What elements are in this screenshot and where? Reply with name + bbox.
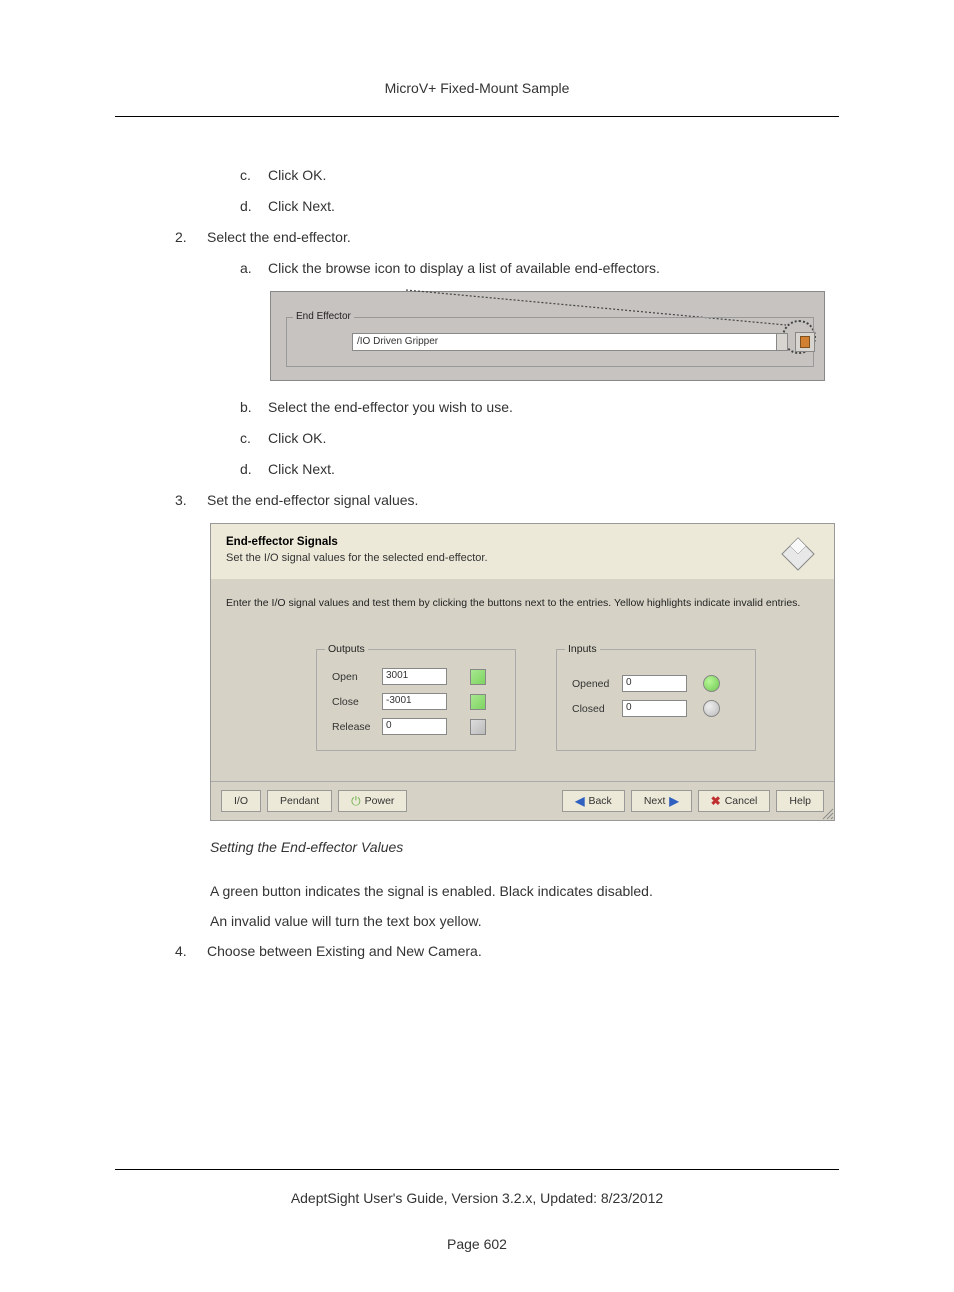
closed-input[interactable]: 0 xyxy=(622,700,687,717)
cancel-button[interactable]: ✖ Cancel xyxy=(698,790,771,812)
cancel-icon: ✖ xyxy=(711,794,721,808)
pendant-label: Pendant xyxy=(280,795,319,807)
step-text: Select the end-effector. xyxy=(207,229,351,245)
next-label: Next xyxy=(644,795,666,807)
dialog-footer: I/O Pendant ⏻ Power ◀ Back Next ▶ xyxy=(211,781,834,820)
power-label: Power xyxy=(365,795,395,807)
next-button[interactable]: Next ▶ xyxy=(631,790,692,812)
step-2d: d. Click Next. xyxy=(240,461,839,477)
pendant-button[interactable]: Pendant xyxy=(267,790,332,812)
fieldset-legend: End Effector xyxy=(293,311,354,322)
output-close-row: Close -3001 xyxy=(332,693,500,710)
step-2b: b. Select the end-effector you wish to u… xyxy=(240,399,839,415)
step-2c: c. Click OK. xyxy=(240,430,839,446)
list-marker: a. xyxy=(240,260,268,276)
list-marker: d. xyxy=(240,461,268,477)
step-1d: d. Click Next. xyxy=(240,198,839,214)
step-text: Click Next. xyxy=(268,461,335,477)
paragraph-invalid: An invalid value will turn the text box … xyxy=(210,913,839,929)
closed-indicator[interactable] xyxy=(703,700,720,717)
io-label: I/O xyxy=(234,795,248,807)
dialog-subtitle: Set the I/O signal values for the select… xyxy=(226,552,819,564)
io-button[interactable]: I/O xyxy=(221,790,261,812)
output-release-row: Release 0 xyxy=(332,718,500,735)
step-4: 4. Choose between Existing and New Camer… xyxy=(175,943,839,959)
close-test-button[interactable] xyxy=(470,694,486,710)
content-body: c. Click OK. d. Click Next. 2. Select th… xyxy=(115,167,839,959)
figure-caption: Setting the End-effector Values xyxy=(210,839,839,855)
figure-signals-dialog: End-effector Signals Set the I/O signal … xyxy=(210,523,835,821)
page-number: Page 602 xyxy=(115,1236,839,1252)
list-marker: 3. xyxy=(175,492,207,508)
step-text: Choose between Existing and New Camera. xyxy=(207,943,482,959)
step-text: Set the end-effector signal values. xyxy=(207,492,418,508)
output-open-row: Open 3001 xyxy=(332,668,500,685)
help-button[interactable]: Help xyxy=(776,790,824,812)
step-text: Click OK. xyxy=(268,430,326,446)
dialog-title: End-effector Signals xyxy=(226,536,819,548)
step-text: Click OK. xyxy=(268,167,326,183)
help-label: Help xyxy=(789,795,811,807)
arrow-right-icon: ▶ xyxy=(669,794,678,808)
end-effector-fieldset: End Effector /IO Driven Gripper xyxy=(286,317,814,367)
step-2a: a. Click the browse icon to display a li… xyxy=(240,260,839,276)
back-button[interactable]: ◀ Back xyxy=(562,790,625,812)
figure-end-effector-select: End Effector /IO Driven Gripper xyxy=(270,291,825,381)
open-label: Open xyxy=(332,671,374,683)
back-label: Back xyxy=(588,795,611,807)
input-closed-row: Closed 0 xyxy=(572,700,740,717)
arrow-left-icon: ◀ xyxy=(575,794,584,808)
list-marker: c. xyxy=(240,430,268,446)
open-test-button[interactable] xyxy=(470,669,486,685)
step-3: 3. Set the end-effector signal values. xyxy=(175,492,839,508)
release-input[interactable]: 0 xyxy=(382,718,447,735)
page-footer: AdeptSight User's Guide, Version 3.2.x, … xyxy=(115,1169,839,1252)
opened-label: Opened xyxy=(572,678,614,690)
step-1c: c. Click OK. xyxy=(240,167,839,183)
outputs-legend: Outputs xyxy=(325,643,368,655)
open-input[interactable]: 3001 xyxy=(382,668,447,685)
outputs-fieldset: Outputs Open 3001 Close -3001 Relea xyxy=(316,649,516,751)
step-2: 2. Select the end-effector. xyxy=(175,229,839,245)
end-effector-dropdown[interactable]: /IO Driven Gripper xyxy=(352,333,777,351)
dialog-header: End-effector Signals Set the I/O signal … xyxy=(211,524,834,579)
list-marker: d. xyxy=(240,198,268,214)
inputs-fieldset: Inputs Opened 0 Closed 0 xyxy=(556,649,756,751)
release-label: Release xyxy=(332,721,374,733)
resize-grip-icon[interactable] xyxy=(820,806,834,820)
footer-right-group: ◀ Back Next ▶ ✖ Cancel Help xyxy=(562,790,824,812)
browse-button[interactable] xyxy=(795,332,815,352)
browse-icon xyxy=(800,336,810,348)
step-text: Click the browse icon to display a list … xyxy=(268,260,660,276)
wizard-icon xyxy=(780,536,816,572)
paragraph-green: A green button indicates the signal is e… xyxy=(210,883,839,899)
opened-input[interactable]: 0 xyxy=(622,675,687,692)
close-input[interactable]: -3001 xyxy=(382,693,447,710)
cancel-label: Cancel xyxy=(725,795,758,807)
inputs-legend: Inputs xyxy=(565,643,600,655)
input-opened-row: Opened 0 xyxy=(572,675,740,692)
dropdown-arrow[interactable] xyxy=(776,333,788,351)
list-marker: 4. xyxy=(175,943,207,959)
opened-indicator[interactable] xyxy=(703,675,720,692)
step-text: Click Next. xyxy=(268,198,335,214)
closed-label: Closed xyxy=(572,703,614,715)
power-button[interactable]: ⏻ Power xyxy=(338,790,407,812)
signals-columns: Outputs Open 3001 Close -3001 Relea xyxy=(226,649,819,751)
dialog-main: Enter the I/O signal values and test the… xyxy=(211,579,834,781)
list-marker: c. xyxy=(240,167,268,183)
header-title: MicroV+ Fixed-Mount Sample xyxy=(385,80,570,96)
release-test-button[interactable] xyxy=(470,719,486,735)
dialog-instruction: Enter the I/O signal values and test the… xyxy=(226,597,819,609)
footer-info: AdeptSight User's Guide, Version 3.2.x, … xyxy=(115,1190,839,1206)
step-text: Select the end-effector you wish to use. xyxy=(268,399,513,415)
close-label: Close xyxy=(332,696,374,708)
list-marker: b. xyxy=(240,399,268,415)
list-marker: 2. xyxy=(175,229,207,245)
page-header: MicroV+ Fixed-Mount Sample xyxy=(115,80,839,117)
power-icon: ⏻ xyxy=(351,794,361,809)
